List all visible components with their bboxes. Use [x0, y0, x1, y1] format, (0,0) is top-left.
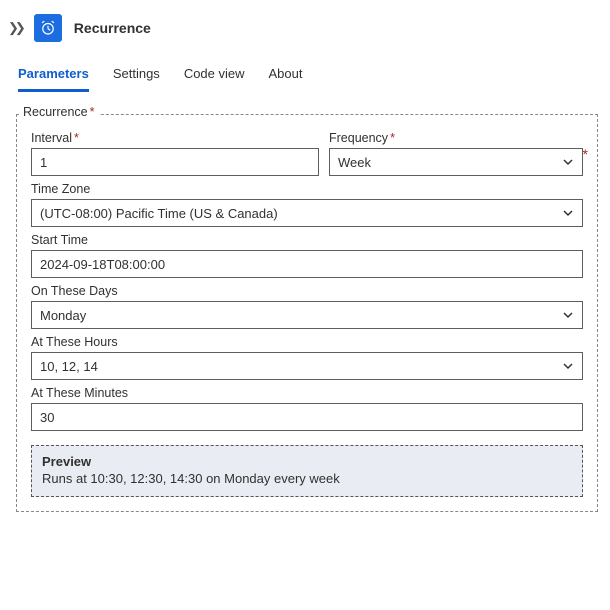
frequency-label: Frequency* [329, 131, 583, 145]
days-value: Monday [40, 308, 86, 323]
minutes-input[interactable]: 30 [31, 403, 583, 431]
minutes-value: 30 [40, 410, 54, 425]
interval-value: 1 [40, 155, 47, 170]
card-header: ❯❯ Recurrence [0, 0, 610, 56]
alarm-clock-icon [39, 19, 57, 37]
frequency-value: Week [338, 155, 371, 170]
interval-label-text: Interval [31, 131, 72, 145]
recurrence-group: Recurrence* Interval* 1 Frequency* * Wee… [16, 114, 598, 512]
hours-field: At These Hours 10, 12, 14 [31, 335, 583, 380]
preview-body: Runs at 10:30, 12:30, 14:30 on Monday ev… [42, 471, 572, 486]
preview-title: Preview [42, 454, 572, 469]
collapse-chevrons-icon[interactable]: ❯❯ [6, 20, 22, 36]
interval-field: Interval* 1 [31, 131, 319, 176]
minutes-label: At These Minutes [31, 386, 583, 400]
frequency-field: Frequency* * Week [329, 131, 583, 176]
starttime-input[interactable]: 2024-09-18T08:00:00 [31, 250, 583, 278]
recurrence-icon [34, 14, 62, 42]
required-marker: * [88, 105, 95, 119]
group-legend-text: Recurrence [23, 105, 88, 119]
frequency-select[interactable]: Week [329, 148, 583, 176]
days-select[interactable]: Monday [31, 301, 583, 329]
starttime-value: 2024-09-18T08:00:00 [40, 257, 165, 272]
starttime-label: Start Time [31, 233, 583, 247]
required-marker: * [72, 131, 79, 145]
starttime-field: Start Time 2024-09-18T08:00:00 [31, 233, 583, 278]
timezone-label: Time Zone [31, 182, 583, 196]
frequency-label-text: Frequency [329, 131, 388, 145]
required-marker: * [583, 146, 588, 162]
chevron-down-icon [562, 360, 574, 372]
hours-select[interactable]: 10, 12, 14 [31, 352, 583, 380]
interval-label: Interval* [31, 131, 319, 145]
group-legend: Recurrence* [19, 105, 99, 119]
timezone-field: Time Zone (UTC-08:00) Pacific Time (US &… [31, 182, 583, 227]
chevron-down-icon [562, 309, 574, 321]
tab-codeview[interactable]: Code view [184, 62, 245, 92]
required-marker: * [388, 131, 395, 145]
chevron-down-icon [562, 156, 574, 168]
days-label: On These Days [31, 284, 583, 298]
interval-input[interactable]: 1 [31, 148, 319, 176]
preview-box: Preview Runs at 10:30, 12:30, 14:30 on M… [31, 445, 583, 497]
timezone-value: (UTC-08:00) Pacific Time (US & Canada) [40, 206, 278, 221]
hours-label: At These Hours [31, 335, 583, 349]
card-title: Recurrence [74, 20, 151, 36]
tab-settings[interactable]: Settings [113, 62, 160, 92]
tabs: Parameters Settings Code view About [0, 56, 610, 92]
chevron-down-icon [562, 207, 574, 219]
days-field: On These Days Monday [31, 284, 583, 329]
minutes-field: At These Minutes 30 [31, 386, 583, 431]
hours-value: 10, 12, 14 [40, 359, 98, 374]
timezone-select[interactable]: (UTC-08:00) Pacific Time (US & Canada) [31, 199, 583, 227]
tab-parameters[interactable]: Parameters [18, 62, 89, 92]
tab-about[interactable]: About [269, 62, 303, 92]
